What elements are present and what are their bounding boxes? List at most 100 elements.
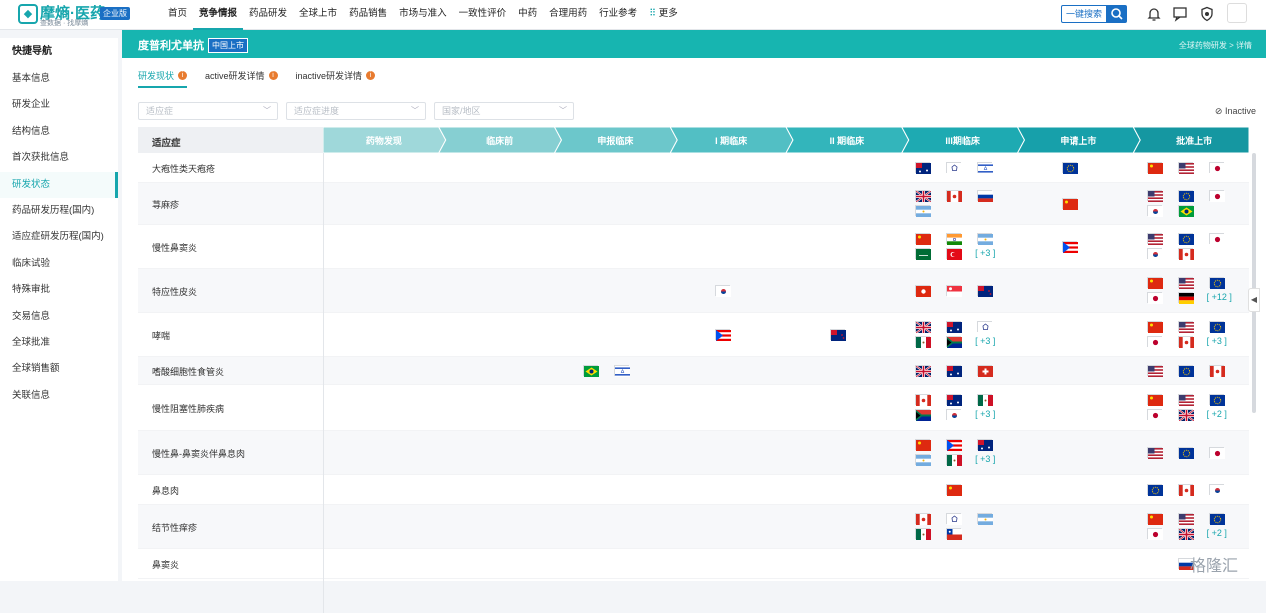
indication-name[interactable]: 结节性痒疹 [152,521,197,534]
table-row: 鼻息肉 [138,475,1249,505]
quick-nav-sidebar: 快捷导航 基本信息 研发企业 结构信息 首次获批信息 研发状态 药品研发历程(国内) 适应症… [0,38,118,581]
more-regions-link[interactable]: [ +3 ] [975,454,995,464]
shield-icon[interactable] [1199,6,1215,22]
more-regions-link[interactable]: [ +2 ] [1207,528,1227,538]
sidebar-item-6[interactable]: 适应症研发历程(国内) [0,224,118,250]
sidebar-item-2[interactable]: 结构信息 [0,119,118,145]
flag-gb-icon [915,321,932,334]
grid-icon: ⠿ [649,8,659,19]
filter-select-0[interactable]: 适应症 ﹀ [138,102,278,120]
flag-mx-icon [915,336,932,348]
table-scrollbar[interactable] [1252,153,1256,413]
sidebar-item-7[interactable]: 临床试验 [0,251,118,277]
indication-name[interactable]: 哮喘 [152,329,170,342]
nav-item-7[interactable]: 中药 [512,0,543,30]
nav-item-9[interactable]: 行业参考 [593,0,643,30]
indication-name[interactable]: 鼻窦炎 [152,558,179,571]
phase-label-2: 申报临床 [597,135,634,146]
flag-eu-icon [1177,190,1194,202]
flag-us-icon [1177,162,1194,174]
indication-name[interactable]: 大疱性类天疱疮 [152,162,215,175]
filter-select-1[interactable]: 适应症进度 ﹀ [286,102,426,120]
inactive-toggle[interactable]: ⊘ Inactive [1215,106,1256,117]
flag-ru-icon [977,190,994,202]
indication-name[interactable]: 荨麻疹 [152,198,179,211]
watermark: 格隆汇 [1190,558,1239,575]
chevron-down-icon: ﹀ [411,106,419,115]
logo-icon: ◆ [18,4,38,24]
more-regions-link[interactable]: [ +3 ] [975,336,995,346]
flag-eu-icon [1177,447,1194,459]
nav-item-1[interactable]: 竞争情报 [193,0,244,30]
indication-name[interactable]: 慢性阻塞性肺疾病 [152,402,224,415]
sidebar-item-9[interactable]: 交易信息 [0,304,118,330]
breadcrumb[interactable]: 全球药物研发 > 详情 [1179,40,1252,51]
sidebar-item-1[interactable]: 研发企业 [0,92,118,118]
flag-eu-icon [1208,277,1225,289]
flag-il-icon [614,365,631,377]
collapse-handle[interactable]: ◀ [1248,288,1260,312]
message-icon[interactable] [1172,6,1188,22]
flag-pr-icon [1061,241,1078,253]
quick-search-button[interactable]: 一键搜索 [1061,5,1107,23]
indication-name[interactable]: 慢性鼻-鼻窦炎伴鼻息肉 [152,447,245,460]
flag-cl-icon [946,528,963,540]
flag-hk-icon [915,285,932,297]
phase-label-5: III期临床 [945,135,981,146]
logo[interactable]: ◆ 摩熵·医药 查数据 · 找摩熵 企业版 [18,2,168,28]
sidebar-item-5[interactable]: 药品研发历程(国内) [0,198,118,224]
sidebar-item-0[interactable]: 基本信息 [0,66,118,92]
table-row: 哮喘 [ +3 ] [ +3 ] [138,313,1249,357]
tab-0[interactable]: 研发现状 i [138,68,188,88]
flag-cn-icon [1146,394,1163,406]
flag-jp-icon [1146,336,1163,348]
table-row: 慢性阻塞性肺疾病 [ +3 ] [ +2 ] [138,385,1249,431]
more-regions-link[interactable]: [ +2 ] [1207,409,1227,419]
nav-item-8[interactable]: 合理用药 [543,0,593,30]
flag-in-icon [946,233,963,245]
tab-2[interactable]: inactive研发详情 i [296,68,376,88]
nav-item-6[interactable]: 一致性评价 [453,0,513,30]
sidebar-item-11[interactable]: 全球销售额 [0,356,118,382]
flag-eu-icon [1177,233,1194,245]
search-icon[interactable] [1107,5,1127,23]
flag-nz-icon [830,329,847,341]
edition-badge: 企业版 [100,7,130,20]
nav-item-5[interactable]: 市场与准入 [393,0,453,30]
filter-select-2[interactable]: 国家/地区 ﹀ [434,102,574,120]
nav-item-0[interactable]: 首页 [162,0,193,30]
sidebar-item-4[interactable]: 研发状态 [0,171,118,198]
flag-kr-icon [714,285,731,297]
sidebar-item-12[interactable]: 关联信息 [0,383,118,409]
info-icon: i [268,71,278,80]
sidebar-item-10[interactable]: 全球批准 [0,330,118,356]
nav-item-3[interactable]: 全球上市 [293,0,343,30]
avatar[interactable] [1227,3,1247,23]
more-regions-link[interactable]: [ +3 ] [975,248,995,258]
sidebar-item-8[interactable]: 特殊审批 [0,277,118,303]
indication-name[interactable]: 鼻息肉 [152,484,179,497]
more-regions-link[interactable]: [ +3 ] [1207,336,1227,346]
main-nav: 首页 竞争情报 药品研发 全球上市 药品销售 市场与准入 一致性评价 中药 合理用药 行业参考 ⠿ … [162,0,684,30]
nav-item-2[interactable]: 药品研发 [243,0,293,30]
more-regions-link[interactable]: [ +12 ] [1207,292,1232,302]
flag-cn-icon [1146,513,1163,525]
more-regions-link[interactable]: [ +3 ] [975,409,995,419]
indication-name[interactable]: 嗜酸细胞性食管炎 [152,365,224,378]
phase-label-6: 申请上市 [1060,135,1096,146]
phase-label-0: 药物发现 [366,135,402,146]
flag-br-icon [583,365,600,377]
nav-item-10[interactable]: ⠿ 更多 [643,0,684,30]
indication-name[interactable]: 慢性鼻窦炎 [152,241,197,254]
filter-placeholder: 国家/地区 [442,106,481,116]
sidebar-item-3[interactable]: 首次获批信息 [0,145,118,171]
sidebar-title: 快捷导航 [12,46,52,57]
indication-name[interactable]: 特应性皮炎 [152,285,197,298]
bell-icon[interactable] [1146,6,1162,22]
nav-item-4[interactable]: 药品销售 [343,0,393,30]
tab-1[interactable]: active研发详情 i [205,68,278,88]
flag-us-icon [1177,513,1194,525]
flag-gb-icon [915,190,932,203]
table-row: 嗜酸细胞性食管炎 [138,357,1249,385]
table-header: 适应症 药物发现 临床前 申报临床 I 期临床 II 期临床 III期临床 申请上市 批准上市 [138,127,1249,153]
